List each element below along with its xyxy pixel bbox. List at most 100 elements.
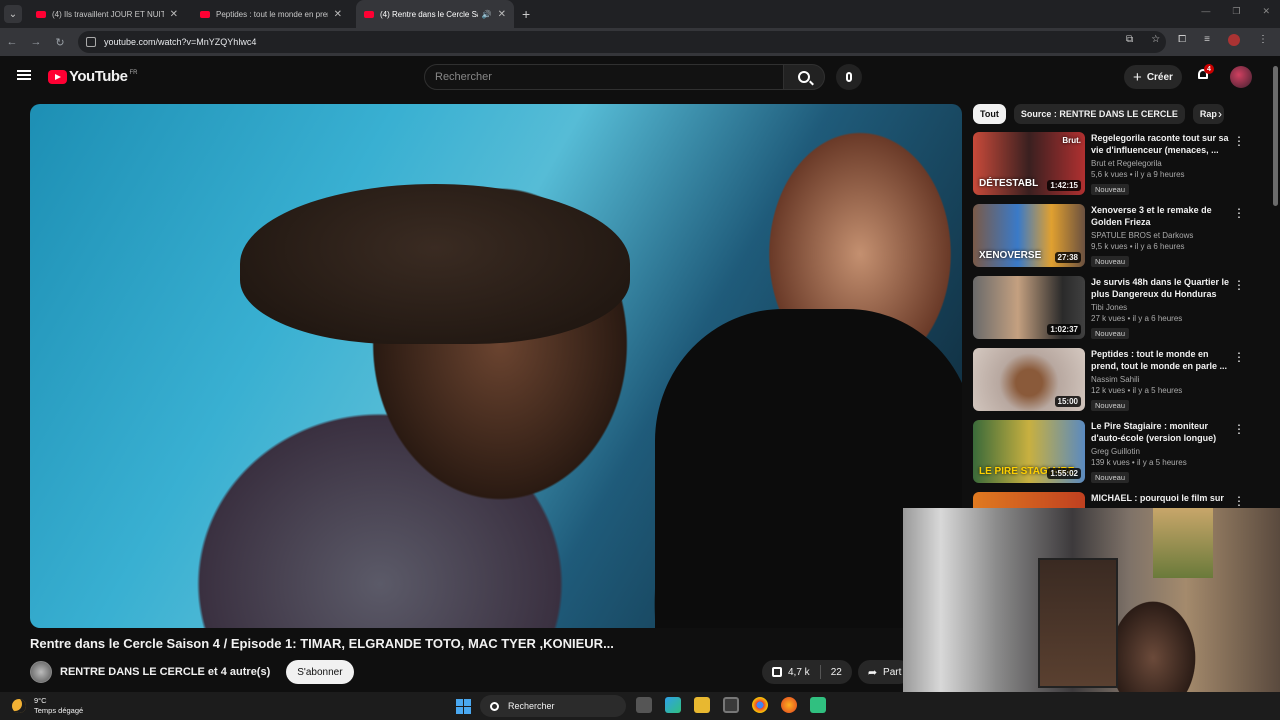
thumbnail-corner-label: Brut.: [1062, 136, 1081, 145]
subscribe-button[interactable]: S'abonner: [286, 660, 354, 684]
thumbnail[interactable]: LE PIRE STAGIAIRE 1:55:02: [973, 420, 1085, 483]
browser-tab[interactable]: Peptides : tout le monde en prend ✕: [192, 0, 350, 28]
recommendation-title[interactable]: Peptides : tout le monde en prend, tout …: [1091, 348, 1233, 372]
media-control-icon[interactable]: ≡: [1204, 34, 1210, 46]
webcam-overlay: [903, 508, 1280, 720]
forward-icon[interactable]: →: [24, 36, 48, 48]
create-label: Créer: [1146, 71, 1173, 83]
store-icon[interactable]: [723, 697, 739, 713]
taskbar-search-label: Rechercher: [508, 701, 555, 711]
recommendation-title[interactable]: Xenoverse 3 et le remake de Golden Friez…: [1091, 204, 1233, 228]
tab-search-button[interactable]: ⌄: [4, 5, 22, 23]
search-button[interactable]: [783, 64, 825, 90]
recommendation-views: 27 k vues • il y a 6 heures: [1091, 314, 1183, 323]
notification-count-badge: 4: [1204, 64, 1214, 74]
more-options-icon[interactable]: ⋮: [1233, 278, 1245, 292]
voice-search-button[interactable]: [836, 64, 862, 90]
duration-badge: 1:55:02: [1047, 468, 1081, 479]
logo-text: YouTube: [69, 68, 128, 85]
youtube-favicon-icon: [200, 10, 210, 18]
close-tab-icon[interactable]: ✕: [498, 9, 506, 20]
hamburger-menu-icon[interactable]: [17, 70, 31, 80]
more-options-icon[interactable]: ⋮: [1233, 206, 1245, 220]
browser-tab-active[interactable]: (4) Rentre dans le Cercle Saison 4 🔊 ✕: [356, 0, 514, 28]
bookmark-star-icon[interactable]: ☆: [1151, 34, 1160, 46]
task-view-icon[interactable]: [636, 697, 652, 713]
recommendation-channel[interactable]: Nassim Sahili: [1091, 375, 1233, 384]
site-info-icon[interactable]: [86, 37, 96, 47]
thumbnail[interactable]: [973, 492, 1085, 508]
thumbnail[interactable]: Brut. DÉTESTABL 1:42:15: [973, 132, 1085, 195]
weather-widget[interactable]: 9°C Temps dégagé: [12, 696, 83, 716]
create-button[interactable]: + Créer: [1124, 65, 1182, 89]
duration-badge: 1:42:15: [1047, 180, 1081, 191]
close-tab-icon[interactable]: ✕: [334, 9, 342, 20]
chrome-icon[interactable]: [752, 697, 768, 713]
recommendation-channel[interactable]: SPATULE BROS et Darkows: [1091, 231, 1233, 240]
minimize-icon[interactable]: —: [1201, 6, 1210, 17]
channel-row: RENTRE DANS LE CERCLE et 4 autre(s) S'ab…: [30, 660, 354, 684]
recommendation-item[interactable]: 15:00 Peptides : tout le monde en prend,…: [973, 348, 1245, 414]
recommendation-item[interactable]: MICHAEL : pourquoi le film sur ⋮: [973, 492, 1243, 508]
back-icon[interactable]: ←: [0, 36, 24, 48]
video-player[interactable]: [30, 104, 962, 628]
browser-menu-icon[interactable]: ⋮: [1258, 34, 1268, 46]
taskbar-search[interactable]: Rechercher: [480, 695, 626, 717]
recommendation-meta: Regelegorila raconte tout sur sa vie d'i…: [1091, 132, 1233, 197]
maximize-icon[interactable]: ❐: [1232, 6, 1240, 17]
new-tab-button[interactable]: +: [522, 6, 530, 22]
recommendation-title[interactable]: Je survis 48h dans le Quartier le plus D…: [1091, 276, 1233, 300]
extensions-icon[interactable]: ⧠: [1178, 34, 1186, 46]
recommendation-views: 12 k vues • il y a 5 heures: [1091, 386, 1183, 395]
recommendation-title[interactable]: MICHAEL : pourquoi le film sur: [1091, 492, 1233, 504]
close-window-icon[interactable]: ✕: [1262, 6, 1270, 17]
like-dislike-group[interactable]: 4,7 k 22: [762, 660, 852, 684]
thumbnail[interactable]: 15:00: [973, 348, 1085, 411]
thumbnail[interactable]: 1:02:37: [973, 276, 1085, 339]
recommendation-title[interactable]: Le Pire Stagiaire : moniteur d'auto-écol…: [1091, 420, 1233, 444]
reload-icon[interactable]: ↻: [48, 36, 72, 49]
recommendation-channel[interactable]: Tibi Jones: [1091, 303, 1233, 312]
close-tab-icon[interactable]: ✕: [170, 9, 178, 20]
recommendation-channel[interactable]: Brut et Regelegorila: [1091, 159, 1233, 168]
chevron-right-icon[interactable]: ›: [1218, 107, 1222, 121]
profile-avatar-icon[interactable]: [1228, 34, 1240, 46]
search-input[interactable]: Rechercher: [424, 64, 784, 90]
more-options-icon[interactable]: ⋮: [1233, 134, 1245, 148]
recommendation-item[interactable]: XENOVERSE 27:38 Xenoverse 3 et le remake…: [973, 204, 1245, 270]
recommendation-item[interactable]: Brut. DÉTESTABL 1:42:15 Regelegorila rac…: [973, 132, 1245, 198]
account-avatar[interactable]: [1230, 66, 1252, 88]
scrollbar[interactable]: [1273, 66, 1278, 206]
install-app-icon[interactable]: ⧉: [1126, 34, 1133, 46]
firefox-icon[interactable]: [781, 697, 797, 713]
plus-icon: +: [1133, 68, 1142, 86]
weather-condition: Temps dégagé: [34, 706, 84, 715]
recommendation-meta: MICHAEL : pourquoi le film sur: [1091, 492, 1233, 504]
url-field[interactable]: youtube.com/watch?v=MnYZQYhlwc4: [78, 31, 1166, 53]
notifications-button[interactable]: 4: [1196, 64, 1214, 82]
app-icon[interactable]: [810, 697, 826, 713]
new-badge: Nouveau: [1091, 184, 1130, 195]
recommendation-item[interactable]: 1:02:37 Je survis 48h dans le Quartier l…: [973, 276, 1245, 342]
microphone-icon: [846, 72, 852, 82]
more-options-icon[interactable]: ⋮: [1233, 422, 1245, 436]
windows-start-icon[interactable]: [456, 699, 471, 714]
chip-all[interactable]: Tout: [973, 104, 1006, 124]
youtube-logo[interactable]: YouTube FR: [48, 68, 137, 85]
recommendation-channel[interactable]: Greg Guillotin: [1091, 447, 1233, 456]
channel-name[interactable]: RENTRE DANS LE CERCLE et 4 autre(s): [60, 666, 270, 678]
more-options-icon[interactable]: ⋮: [1233, 350, 1245, 364]
recommendation-item[interactable]: LE PIRE STAGIAIRE 1:55:02 Le Pire Stagia…: [973, 420, 1245, 486]
file-explorer-icon[interactable]: [694, 697, 710, 713]
channel-avatar[interactable]: [30, 661, 52, 683]
speaker-icon[interactable]: 🔊: [482, 10, 492, 19]
search-icon: [490, 701, 499, 711]
chip-source[interactable]: Source : RENTRE DANS LE CERCLE: [1013, 104, 1185, 124]
recommendation-title[interactable]: Regelegorila raconte tout sur sa vie d'i…: [1091, 132, 1233, 156]
temperature: 9°C: [34, 696, 47, 705]
more-options-icon[interactable]: ⋮: [1233, 494, 1243, 508]
browser-tab[interactable]: (4) Ils travaillent JOUR ET NUIT ✕: [28, 0, 186, 28]
edge-icon[interactable]: [665, 697, 681, 713]
thumbnail[interactable]: XENOVERSE 27:38: [973, 204, 1085, 267]
video-title: Rentre dans le Cercle Saison 4 / Episode…: [30, 636, 614, 651]
